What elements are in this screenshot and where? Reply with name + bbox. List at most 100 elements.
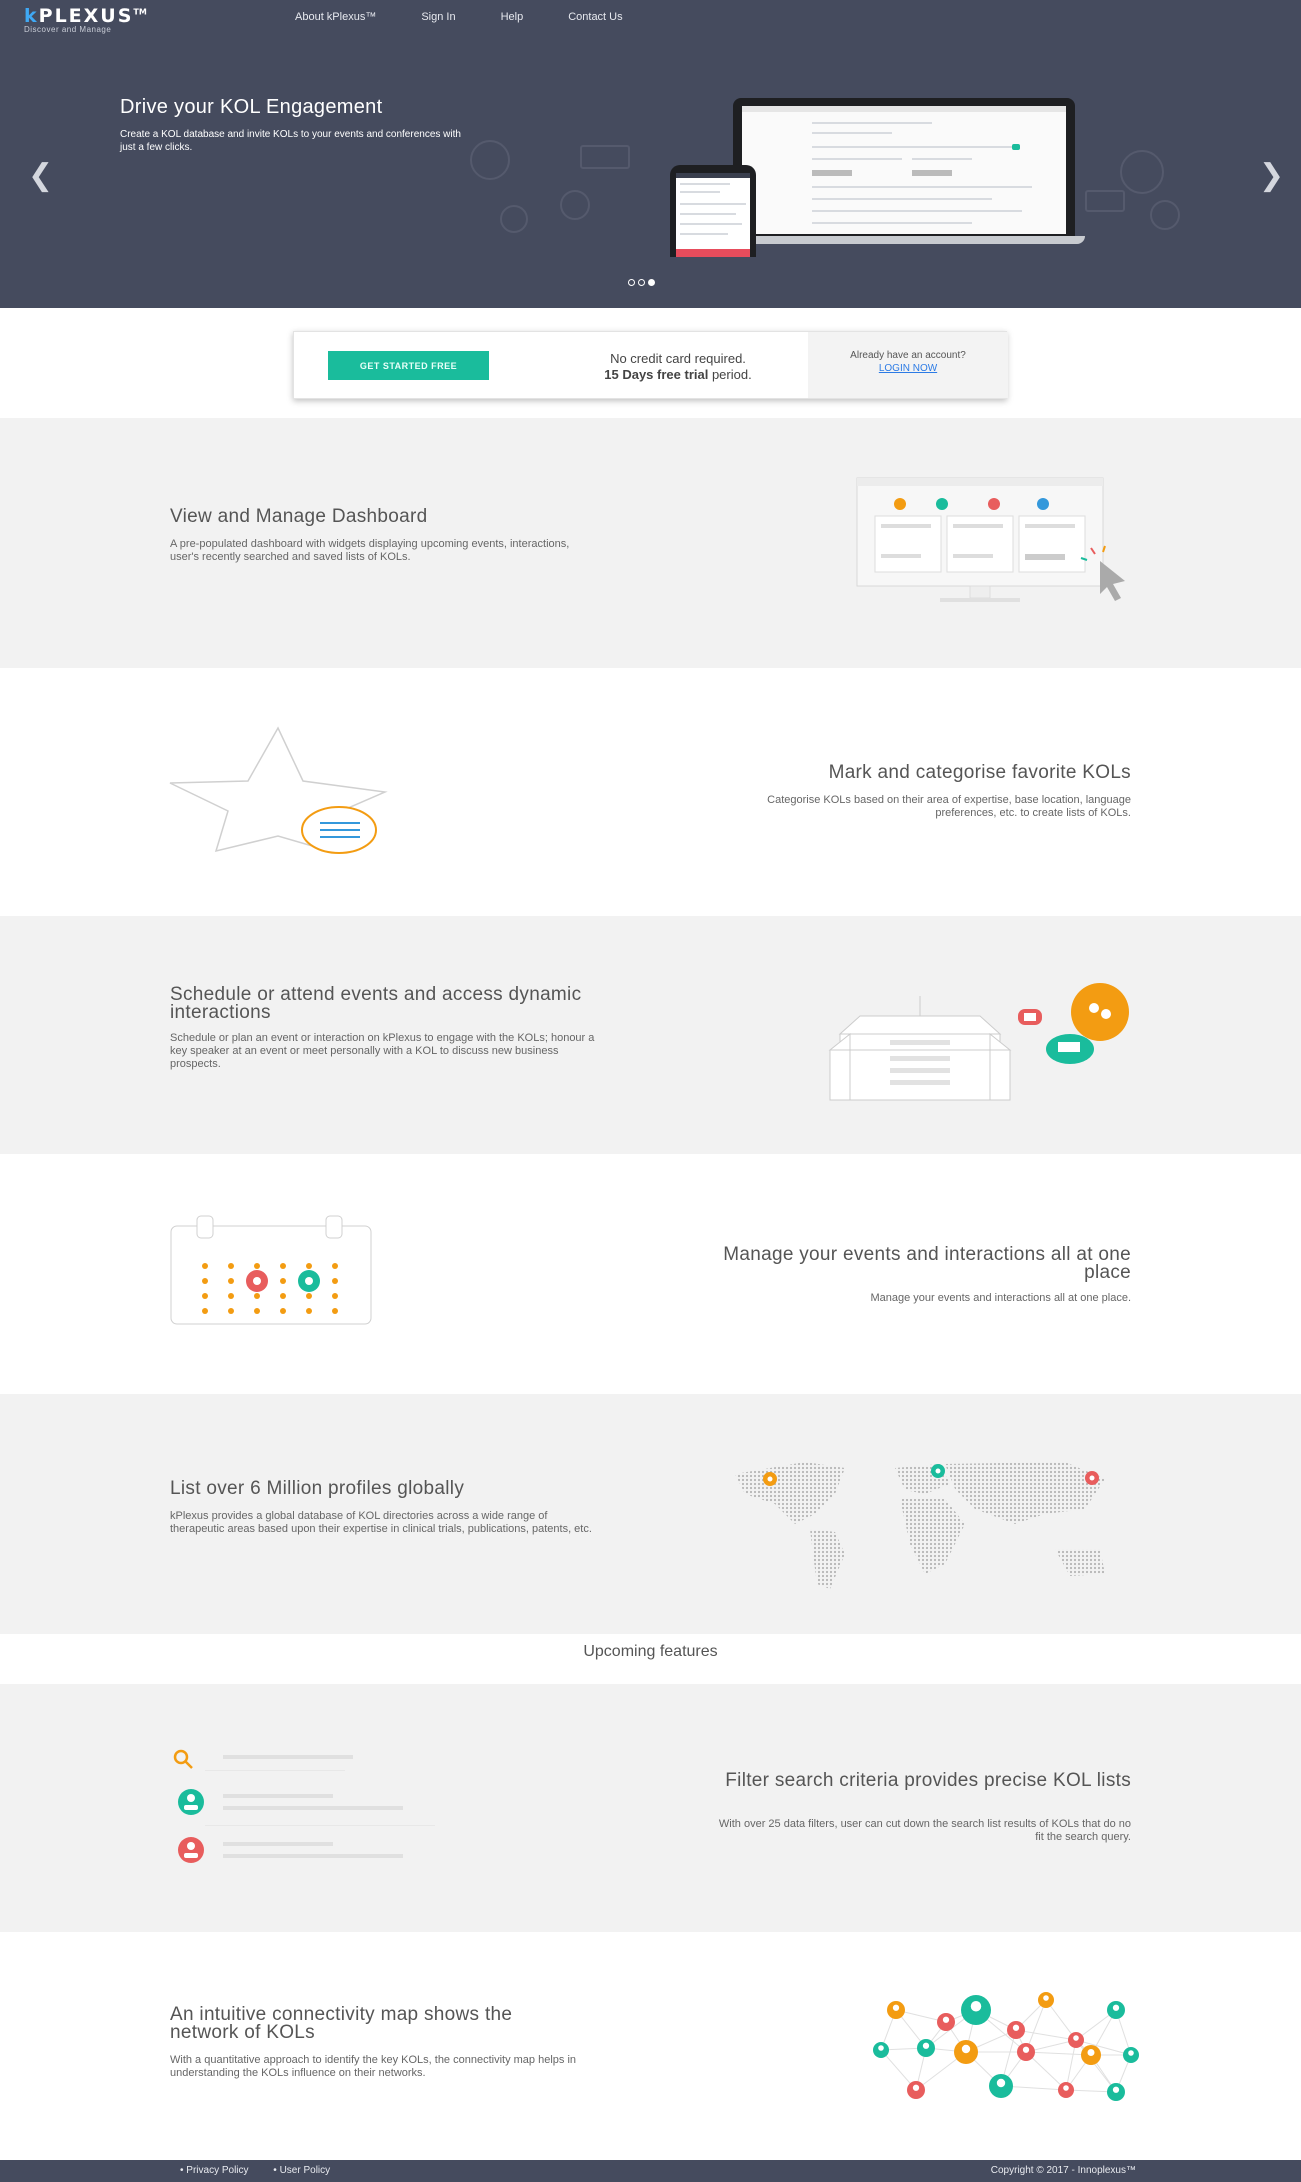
kol-node-head bbox=[922, 2042, 930, 2049]
calendar-day-dot bbox=[280, 1308, 286, 1314]
trial-info: No credit card required. 15 Days free tr… bbox=[568, 351, 788, 383]
carousel-dot[interactable] bbox=[628, 279, 635, 286]
feature-description: A pre-populated dashboard with widgets d… bbox=[170, 538, 570, 563]
user-policy-link[interactable]: • User Policy bbox=[273, 2165, 330, 2176]
logo-tm: TM bbox=[133, 7, 147, 17]
nav-about[interactable]: About kPlexus™ bbox=[295, 11, 376, 23]
feature-connectivity: An intuitive connectivity map shows the … bbox=[0, 1932, 1301, 2160]
search-results-illustration bbox=[173, 1749, 435, 1863]
kol-node-head bbox=[942, 2016, 950, 2023]
carousel-dot-active[interactable] bbox=[648, 279, 655, 286]
trial-period: period. bbox=[708, 367, 752, 382]
carousel-indicators bbox=[628, 279, 655, 286]
dashboard-illustration bbox=[856, 477, 1125, 602]
upcoming-features-heading: Upcoming features bbox=[583, 1643, 718, 1660]
calendar-day-dot bbox=[254, 1263, 260, 1269]
nav-contact[interactable]: Contact Us bbox=[568, 11, 622, 23]
calendar-icon bbox=[170, 1215, 372, 1325]
feature-title: Schedule or attend events and access dyn… bbox=[170, 984, 582, 1023]
feature-title: An intuitive connectivity map shows the … bbox=[170, 2004, 513, 2043]
trial-line-1: No credit card required. bbox=[610, 351, 746, 366]
decorative-gear-icon bbox=[470, 140, 510, 180]
world-map-icon bbox=[735, 1462, 1105, 1589]
nav-help[interactable]: Help bbox=[501, 11, 524, 23]
calendar-day-dot bbox=[280, 1293, 286, 1299]
calendar-day-dot bbox=[254, 1308, 260, 1314]
network-map-icon bbox=[873, 1992, 1139, 2101]
calendar-day-dot bbox=[202, 1278, 208, 1284]
login-panel: Already have an account? LOGIN NOW bbox=[808, 332, 1008, 398]
building-icon bbox=[828, 983, 1129, 1101]
kol-node-head bbox=[892, 2004, 900, 2011]
decorative-shape bbox=[580, 145, 630, 169]
kol-node-head bbox=[996, 2078, 1006, 2088]
get-started-button[interactable]: GET STARTED FREE bbox=[328, 351, 489, 380]
kol-node-head bbox=[1012, 2024, 1020, 2031]
calendar-day-dot bbox=[280, 1278, 286, 1284]
calendar-day-dot bbox=[306, 1263, 312, 1269]
feature-global: List over 6 Million profiles globally kP… bbox=[0, 1394, 1301, 1634]
kol-node-head bbox=[1073, 2035, 1079, 2041]
chevron-left-icon[interactable]: ❮ bbox=[28, 158, 53, 193]
decorative-gear-icon bbox=[1120, 150, 1164, 194]
chevron-right-icon[interactable]: ❯ bbox=[1259, 158, 1284, 193]
feature-favorites: Mark and categorise favorite KOLs Catego… bbox=[0, 668, 1301, 916]
star-icon bbox=[169, 726, 388, 854]
decorative-gear-icon bbox=[1150, 200, 1180, 230]
hero-banner: kPLEXUSTM Discover and Manage About kPle… bbox=[0, 0, 1301, 308]
feature-title: Manage your events and interactions all … bbox=[723, 1244, 1131, 1283]
calendar-day-dot bbox=[254, 1293, 260, 1299]
top-navigation: kPLEXUSTM Discover and Manage About kPle… bbox=[0, 0, 1301, 34]
calendar-day-dot bbox=[332, 1293, 338, 1299]
privacy-policy-link[interactable]: • Privacy Policy bbox=[180, 2165, 249, 2176]
kol-node-head bbox=[1112, 2086, 1120, 2093]
kol-node-head bbox=[970, 2001, 982, 2012]
feature-title: List over 6 Million profiles globally bbox=[170, 1478, 465, 1499]
feature-title: Filter search criteria provides precise … bbox=[725, 1770, 1131, 1791]
calendar-day-dot bbox=[202, 1263, 208, 1269]
feature-description: kPlexus provides a global database of KO… bbox=[170, 1510, 592, 1535]
calendar-day-dot bbox=[332, 1263, 338, 1269]
copyright: Copyright © 2017 - Innoplexus™ bbox=[990, 2165, 1136, 2176]
calendar-day-dot bbox=[228, 1293, 234, 1299]
feature-manage: Manage your events and interactions all … bbox=[0, 1154, 1301, 1394]
users-icon bbox=[1071, 983, 1129, 1041]
calendar-day-dot bbox=[228, 1278, 234, 1284]
feature-events: Schedule or attend events and access dyn… bbox=[0, 916, 1301, 1154]
trial-days: 15 Days free trial bbox=[604, 367, 709, 382]
kol-node-head bbox=[878, 2045, 884, 2051]
feature-title: View and Manage Dashboard bbox=[170, 506, 428, 527]
calendar-day-dot bbox=[228, 1263, 234, 1269]
kol-node-head bbox=[912, 2084, 920, 2091]
signup-cta-box: GET STARTED FREE No credit card required… bbox=[293, 331, 1008, 399]
kol-node-head bbox=[961, 2044, 971, 2054]
calendar-day-dot bbox=[202, 1308, 208, 1314]
phone-screen bbox=[676, 173, 750, 257]
laptop-mockup bbox=[723, 98, 1085, 250]
logo-initial: k bbox=[24, 5, 39, 27]
feature-description: Schedule or plan an event or interaction… bbox=[170, 1032, 595, 1070]
kol-node-head bbox=[1022, 2046, 1030, 2053]
logo-text: PLEXUS bbox=[38, 5, 134, 27]
hero-subtitle: Create a KOL database and invite KOLs to… bbox=[120, 129, 461, 153]
feature-description: Categorise KOLs based on their area of e… bbox=[767, 794, 1131, 819]
nav-sign-in[interactable]: Sign In bbox=[421, 11, 455, 23]
phone-mockup bbox=[670, 165, 756, 257]
feature-title: Mark and categorise favorite KOLs bbox=[828, 762, 1131, 783]
login-question: Already have an account? bbox=[850, 350, 966, 361]
calendar-day-dot bbox=[306, 1293, 312, 1299]
kol-node-head bbox=[1063, 2085, 1069, 2091]
calendar-day-dot bbox=[306, 1308, 312, 1314]
feature-filters: Filter search criteria provides precise … bbox=[0, 1684, 1301, 1932]
feature-description: With over 25 data filters, user can cut … bbox=[718, 1818, 1131, 1843]
hero-title: Drive your KOL Engagement bbox=[120, 96, 383, 118]
kol-node-head bbox=[1087, 2049, 1095, 2056]
calendar-day-dot bbox=[228, 1308, 234, 1314]
login-link[interactable]: LOGIN NOW bbox=[808, 363, 1008, 374]
carousel-dot[interactable] bbox=[638, 279, 645, 286]
footer-links: • Privacy Policy • User Policy bbox=[180, 2165, 352, 2176]
feature-dashboard: View and Manage Dashboard A pre-populate… bbox=[0, 418, 1301, 668]
logo[interactable]: kPLEXUSTM Discover and Manage bbox=[24, 5, 147, 34]
laptop-screen bbox=[742, 106, 1066, 234]
decorative-shape bbox=[1085, 190, 1125, 212]
